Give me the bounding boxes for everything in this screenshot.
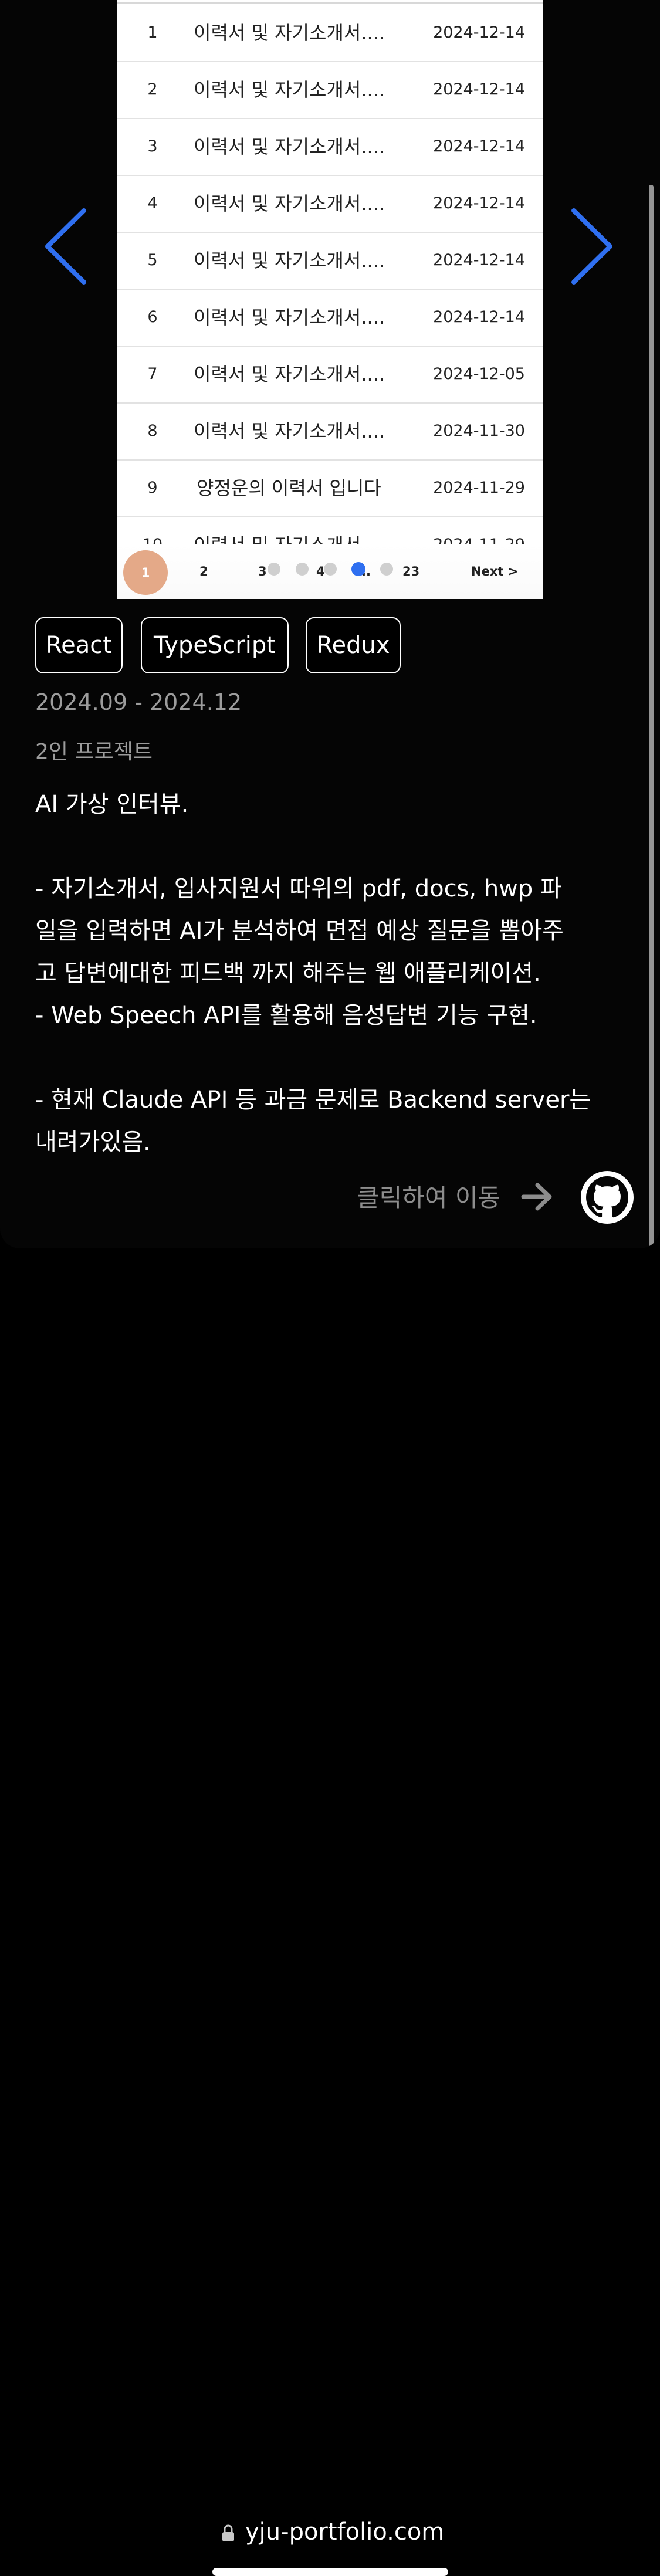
row-number: 1	[147, 23, 158, 42]
row-date: 2024-12-05	[433, 365, 525, 383]
row-number: 9	[147, 479, 158, 497]
tag-react: React	[35, 617, 123, 673]
table-row: 7 이력서 및 자기소개서.... 2024-12-05	[117, 346, 543, 404]
row-date: 2024-12-14	[433, 23, 525, 42]
go-to-link[interactable]: 클릭하여 이동	[357, 1178, 500, 1214]
page-button-current[interactable]: 1	[123, 550, 168, 595]
home-indicator[interactable]	[212, 2568, 448, 2576]
page-button[interactable]: 4	[316, 544, 325, 599]
row-number: 3	[147, 137, 158, 155]
page-button-last[interactable]: 23	[402, 544, 419, 599]
description-line: AI 가상 인터뷰.	[35, 791, 189, 818]
project-description: AI 가상 인터뷰. - 자기소개서, 입사지원서 따위의 pdf, docs,…	[35, 783, 628, 1163]
table-row: 4 이력서 및 자기소개서.... 2024-12-14	[117, 175, 543, 233]
table-row: 8 이력서 및 자기소개서.... 2024-11-30	[117, 403, 543, 461]
carousel-dot-active[interactable]	[351, 562, 365, 576]
description-line: 일을 입력하면 AI가 분석하여 면접 예상 질문을 뽑아주	[35, 918, 564, 945]
row-date: 2024-12-14	[433, 308, 525, 326]
page-url[interactable]: yju-portfolio.com	[245, 2519, 444, 2545]
table-row: 1 이력서 및 자기소개서.... 2024-12-14	[117, 5, 543, 62]
row-number: 5	[147, 251, 158, 269]
description-line: 내려가있음.	[35, 1129, 151, 1156]
row-date: 2024-12-14	[433, 251, 525, 269]
page-button[interactable]: 3	[258, 544, 267, 599]
description-line: - 현재 Claude API 등 과금 문제로 Backend server는	[35, 1086, 591, 1113]
description-line: 고 답변에대한 피드백 까지 해주는 웹 애플리케이션.	[35, 960, 541, 987]
row-date: 2024-11-29	[433, 479, 525, 497]
description-line: - 자기소개서, 입사지원서 따위의 pdf, docs, hwp 파	[35, 875, 562, 902]
row-date: 2024-12-14	[433, 194, 525, 212]
project-period: 2024.09 - 2024.12	[35, 689, 242, 715]
table-top-border	[117, 2, 543, 4]
next-slide-icon[interactable]	[568, 207, 615, 286]
row-number: 7	[147, 365, 158, 383]
prev-slide-icon[interactable]	[43, 207, 90, 286]
row-date: 2024-12-14	[433, 80, 525, 99]
table-row: 5 이력서 및 자기소개서.... 2024-12-14	[117, 232, 543, 290]
row-date: 2024-12-14	[433, 137, 525, 155]
arrow-right-icon[interactable]	[521, 1180, 554, 1213]
carousel-dot[interactable]	[324, 563, 337, 576]
team-size: 2인 프로젝트	[35, 740, 153, 764]
lock-icon	[222, 2524, 234, 2541]
github-icon[interactable]	[581, 1171, 634, 1224]
row-number: 2	[147, 80, 158, 99]
carousel-dot[interactable]	[296, 563, 309, 576]
tag-typescript: TypeScript	[141, 617, 289, 673]
next-page-button[interactable]: Next >	[471, 544, 518, 599]
project-screenshot: 1 이력서 및 자기소개서.... 2024-12-14 2 이력서 및 자기소…	[117, 0, 543, 599]
row-number: 6	[147, 308, 158, 326]
scrollbar[interactable]	[649, 185, 654, 1247]
carousel-dot[interactable]	[380, 563, 393, 576]
browser-address-bar[interactable]: yju-portfolio.com	[0, 1248, 660, 2576]
tag-redux: Redux	[306, 617, 401, 673]
carousel-dot[interactable]	[268, 563, 280, 576]
row-date: 2024-11-30	[433, 422, 525, 440]
table-row: 9 양정운의 이력서 입니다 2024-11-29	[117, 460, 543, 517]
description-line: - Web Speech API를 활용해 음성답변 기능 구현.	[35, 1002, 537, 1029]
row-number: 4	[147, 194, 158, 212]
project-card: 1 이력서 및 자기소개서.... 2024-12-14 2 이력서 및 자기소…	[0, 0, 660, 1248]
table-row: 2 이력서 및 자기소개서.... 2024-12-14	[117, 62, 543, 119]
table-row: 6 이력서 및 자기소개서.... 2024-12-14	[117, 289, 543, 347]
table-row: 3 이력서 및 자기소개서.... 2024-12-14	[117, 119, 543, 176]
row-number: 8	[147, 422, 158, 440]
page-button[interactable]: 2	[199, 544, 208, 599]
